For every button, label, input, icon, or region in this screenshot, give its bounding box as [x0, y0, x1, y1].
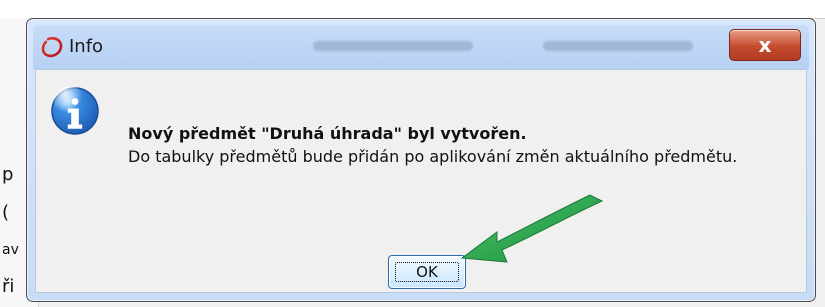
- close-button[interactable]: x: [729, 29, 801, 61]
- background-left-text: p: [2, 164, 14, 185]
- background-left-text: av: [2, 242, 19, 258]
- background-left-text: (: [2, 202, 10, 223]
- dialog-titlebar[interactable]: Info x: [33, 25, 809, 69]
- dialog-title: Info: [69, 36, 104, 57]
- close-icon: x: [758, 33, 772, 57]
- ok-button[interactable]: OK: [388, 255, 466, 289]
- info-dialog: Info x Nový předmět "Druhá úhrada" byl v…: [26, 18, 816, 302]
- ok-label: OK: [416, 263, 438, 281]
- blurred-background-title: [543, 41, 693, 51]
- background-top-strip: [0, 0, 825, 19]
- oracle-ring-icon: [41, 36, 63, 58]
- dialog-content: Nový předmět "Druhá úhrada" byl vytvořen…: [35, 69, 807, 293]
- message-body: Do tabulky předmětů bude přidán po aplik…: [128, 147, 738, 166]
- message-title: Nový předmět "Druhá úhrada" byl vytvořen…: [128, 124, 527, 143]
- blurred-background-title: [313, 41, 473, 51]
- info-icon: [51, 86, 99, 135]
- dialog-message: Nový předmět "Druhá úhrada" byl vytvořen…: [128, 124, 808, 167]
- background-left-text: ři: [2, 276, 15, 297]
